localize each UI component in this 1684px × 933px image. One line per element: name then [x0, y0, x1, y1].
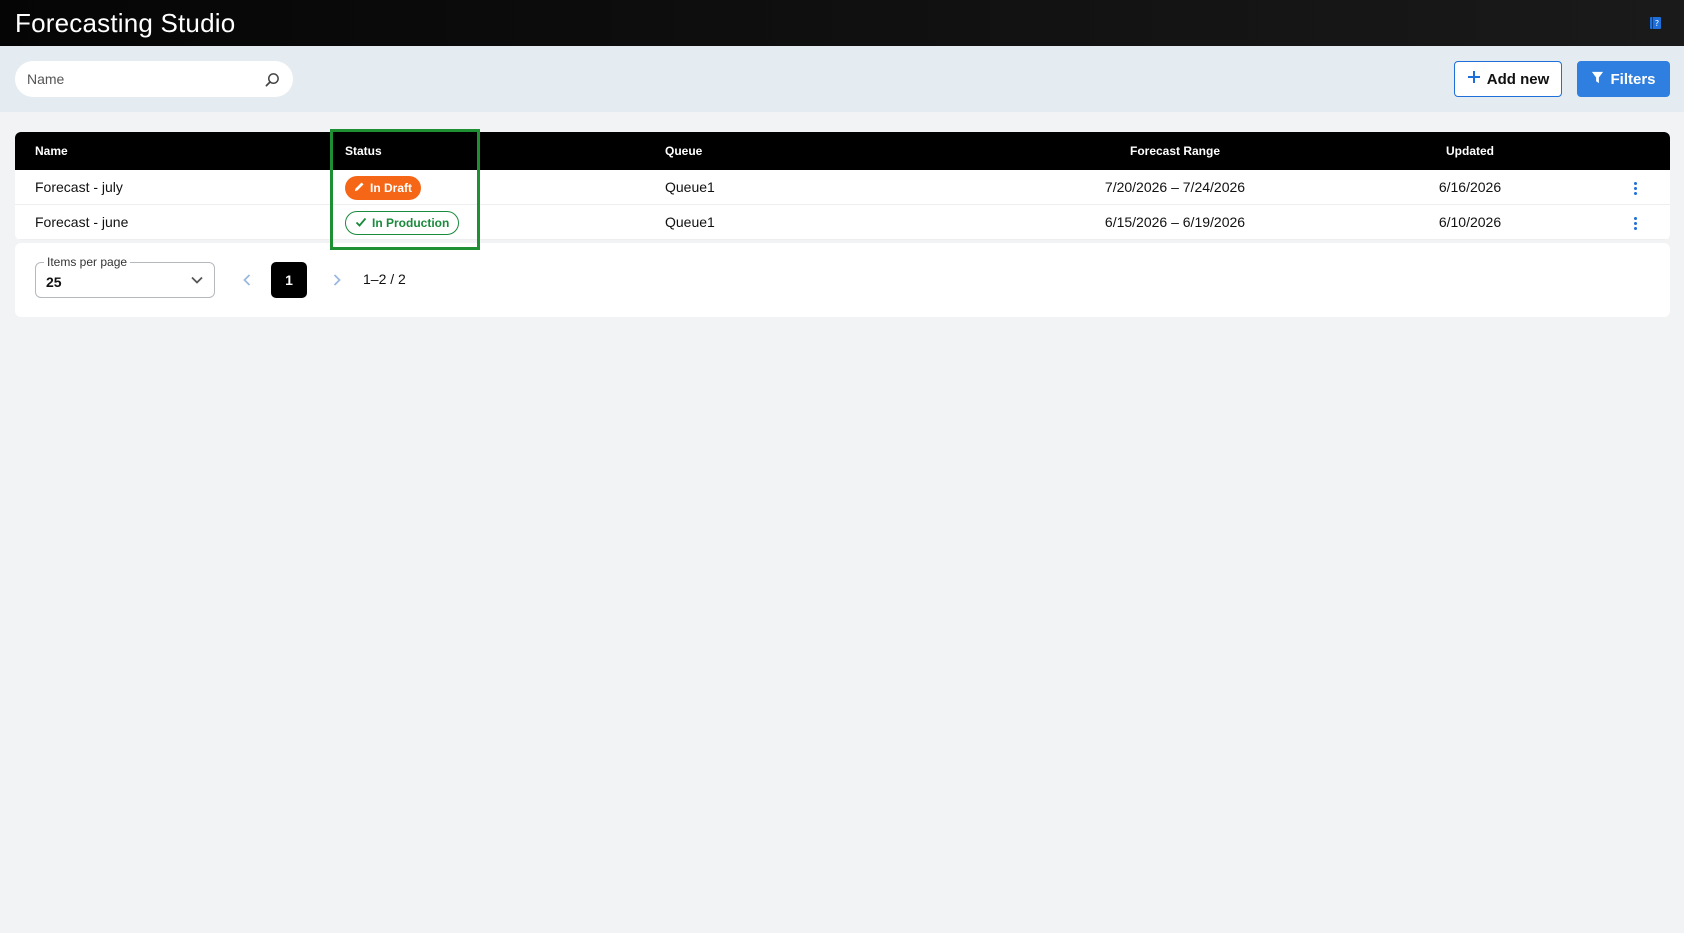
filter-icon — [1591, 71, 1604, 88]
search-icon[interactable] — [265, 71, 281, 87]
updated-cell: 6/10/2026 — [1438, 214, 1502, 230]
status-badge-draft: In Draft — [345, 176, 421, 200]
page-button-current[interactable]: 1 — [271, 262, 307, 298]
search-box[interactable] — [15, 61, 293, 97]
plus-icon — [1467, 70, 1481, 88]
column-header-forecast-range[interactable]: Forecast Range — [1061, 144, 1289, 158]
svg-text:?: ? — [1655, 19, 1659, 28]
filters-button[interactable]: Filters — [1577, 61, 1670, 97]
items-per-page-select[interactable]: Items per page 25 — [35, 255, 215, 298]
table-row[interactable]: Forecast - june In Production Queue1 6/1… — [15, 205, 1670, 240]
table-header: Name Status Queue Forecast Range Updated — [15, 132, 1670, 170]
queue-cell: Queue1 — [665, 179, 715, 195]
status-badge-label: In Production — [372, 216, 450, 230]
pagination-bar: Items per page 25 1 1–2 / 2 — [15, 243, 1670, 317]
column-header-status[interactable]: Status — [345, 144, 382, 158]
items-per-page-label: Items per page — [44, 255, 131, 269]
items-per-page-value: 25 — [46, 274, 62, 290]
forecast-range-cell: 6/15/2026 – 6/19/2026 — [1104, 214, 1246, 230]
column-header-name[interactable]: Name — [35, 144, 68, 158]
status-badge-label: In Draft — [370, 181, 412, 195]
app-bar: Forecasting Studio ? — [0, 0, 1684, 46]
row-actions-kebab-icon[interactable] — [1629, 214, 1641, 232]
pagination-range-text: 1–2 / 2 — [363, 271, 406, 287]
column-header-updated[interactable]: Updated — [1420, 144, 1520, 158]
previous-page-chevron-left-icon[interactable] — [237, 270, 257, 290]
filters-label: Filters — [1610, 70, 1656, 88]
chevron-down-icon[interactable] — [190, 273, 204, 287]
next-page-chevron-right-icon[interactable] — [327, 270, 347, 290]
add-new-button[interactable]: Add new — [1454, 61, 1562, 97]
column-header-queue[interactable]: Queue — [665, 144, 702, 158]
updated-cell: 6/16/2026 — [1438, 179, 1502, 195]
toolbar: Add new Filters — [0, 46, 1684, 112]
checkmark-icon — [355, 216, 367, 231]
search-input[interactable] — [27, 71, 265, 87]
pencil-icon — [354, 181, 365, 195]
forecast-range-cell: 7/20/2026 – 7/24/2026 — [1104, 179, 1246, 195]
forecast-table: Name Status Queue Forecast Range Updated… — [15, 132, 1670, 240]
queue-cell: Queue1 — [665, 214, 715, 230]
row-actions-kebab-icon[interactable] — [1629, 179, 1641, 197]
forecast-name[interactable]: Forecast - june — [35, 214, 128, 230]
status-cell: In Draft — [345, 176, 421, 200]
app-title: Forecasting Studio — [15, 7, 236, 38]
status-cell: In Production — [345, 211, 460, 235]
status-badge-production: In Production — [345, 211, 460, 235]
add-new-label: Add new — [1486, 70, 1550, 88]
table-row[interactable]: Forecast - july In Draft Queue1 7/20/202… — [15, 170, 1670, 205]
forecast-name[interactable]: Forecast - july — [35, 179, 123, 195]
help-book-icon[interactable]: ? — [1647, 14, 1665, 32]
